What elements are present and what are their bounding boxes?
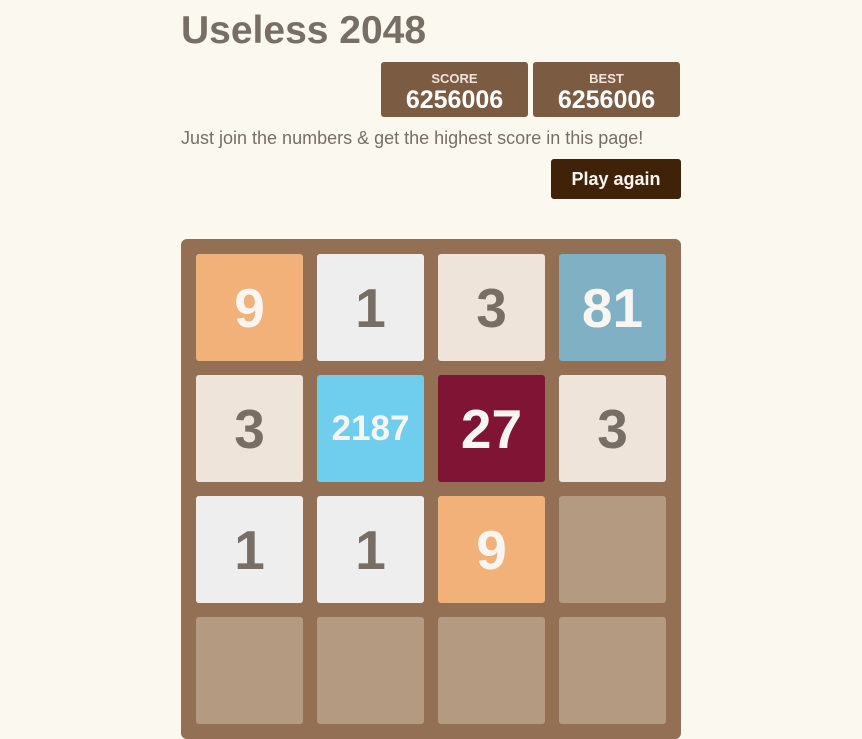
tile: 9	[438, 496, 545, 603]
tile: 2187	[317, 375, 424, 482]
best-score-value: 6256006	[557, 86, 656, 114]
tile: 9	[196, 254, 303, 361]
tile: 1	[196, 496, 303, 603]
score-label: SCORE	[431, 71, 478, 86]
empty-cell	[559, 617, 666, 724]
empty-cell	[317, 617, 424, 724]
tile: 3	[196, 375, 303, 482]
empty-cell	[196, 617, 303, 724]
best-score-label: BEST	[589, 71, 624, 86]
game-intro: Just join the numbers & get the highest …	[181, 128, 644, 148]
score-value: 6256006	[405, 86, 504, 114]
game-board[interactable]: 9 1 3 81 3 2187 27 3 1 1 9	[181, 239, 681, 739]
tile: 3	[438, 254, 545, 361]
score-box: SCORE 6256006	[381, 62, 528, 117]
empty-cell	[438, 617, 545, 724]
tile: 81	[559, 254, 666, 361]
game-title: Useless 2048	[181, 9, 427, 52]
tile: 1	[317, 254, 424, 361]
best-score-box: BEST 6256006	[533, 62, 680, 117]
empty-cell	[559, 496, 666, 603]
tile: 27	[438, 375, 545, 482]
play-again-button[interactable]: Play again	[551, 159, 681, 199]
tile: 1	[317, 496, 424, 603]
tile: 3	[559, 375, 666, 482]
